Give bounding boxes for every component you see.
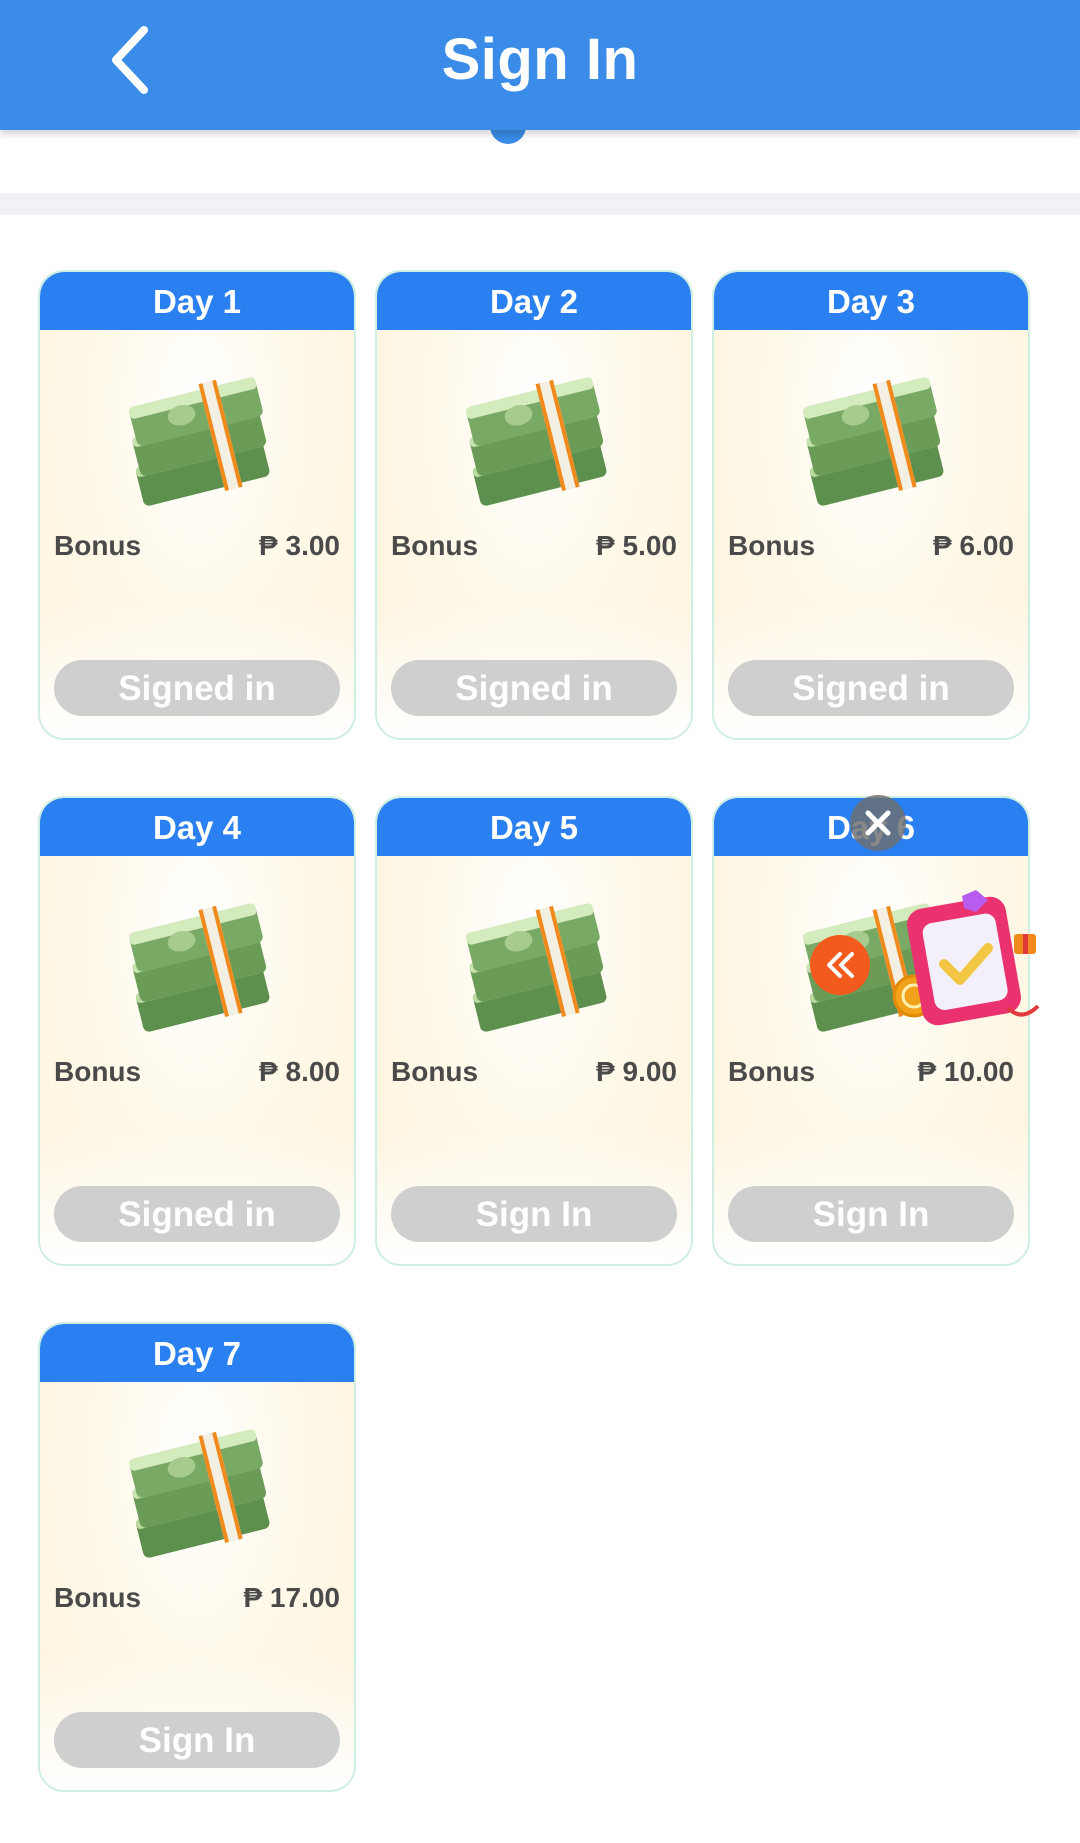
bonus-label: Bonus [728, 530, 816, 561]
sign-in-button[interactable]: Sign In [54, 1712, 340, 1768]
bonus-row: Bonus ₱ 5.00 [391, 530, 677, 562]
bonus-amount: ₱ 8.00 [259, 1056, 340, 1087]
bonus-row: Bonus ₱ 10.00 [728, 1056, 1014, 1088]
day-label: Day 3 [714, 272, 1028, 330]
day-card: Day 7 Bonus ₱ 17.00 Sign In [38, 1322, 356, 1792]
bonus-row: Bonus ₱ 3.00 [54, 530, 340, 562]
signed-in-button[interactable]: Signed in [391, 660, 677, 716]
bonus-amount: ₱ 3.00 [259, 530, 340, 561]
signed-in-button[interactable]: Signed in [728, 660, 1014, 716]
bonus-amount: ₱ 5.00 [596, 530, 677, 561]
double-chevron-left-icon [827, 952, 854, 978]
bonus-label: Bonus [54, 1582, 142, 1613]
bonus-amount: ₱ 17.00 [243, 1582, 340, 1613]
bonus-label: Bonus [54, 1056, 142, 1087]
bonus-amount: ₱ 10.00 [917, 1056, 1014, 1087]
day-card: Day 3 Bonus ₱ 6.00 Signed in [712, 270, 1030, 740]
expand-floating-widget-button[interactable] [810, 935, 870, 995]
bonus-amount: ₱ 6.00 [933, 530, 1014, 561]
day-label: Day 2 [377, 272, 691, 330]
bonus-row: Bonus ₱ 9.00 [391, 1056, 677, 1088]
bonus-label: Bonus [728, 1056, 816, 1087]
bonus-row: Bonus ₱ 8.00 [54, 1056, 340, 1088]
sign-in-button[interactable]: Sign In [728, 1186, 1014, 1242]
money-stack-icon [803, 377, 944, 506]
page-title: Sign In [441, 27, 639, 92]
bonus-amount: ₱ 9.00 [596, 1056, 677, 1087]
day-card: Day 5 Bonus ₱ 9.00 Sign In [375, 796, 693, 1266]
day-card: Day 1 Bonus ₱ 3.00 Signed in [38, 270, 356, 740]
bonus-label: Bonus [54, 530, 142, 561]
checkin-gift-icon[interactable] [892, 888, 1042, 1038]
top-app-bar: Sign In [0, 0, 1080, 130]
money-stack-icon [466, 903, 607, 1032]
day-grid: Day 1 Bonus ₱ 3.00 Signed in Day 2 Bonus… [38, 270, 1038, 1792]
day-card: Day 2 Bonus ₱ 5.00 Signed in [375, 270, 693, 740]
day-card: Day 4 Bonus ₱ 8.00 Signed in [38, 796, 356, 1266]
close-floating-widget-button[interactable] [850, 795, 906, 851]
section-divider [0, 193, 1080, 215]
day-label: Day 1 [40, 272, 354, 330]
bonus-label: Bonus [391, 1056, 479, 1087]
signed-in-button[interactable]: Signed in [54, 1186, 340, 1242]
money-stack-icon [129, 377, 270, 506]
bonus-row: Bonus ₱ 17.00 [54, 1582, 340, 1614]
bonus-label: Bonus [391, 530, 479, 561]
money-stack-icon [129, 1429, 270, 1558]
sign-in-button[interactable]: Sign In [391, 1186, 677, 1242]
close-icon [865, 810, 891, 836]
day-label: Day 7 [40, 1324, 354, 1382]
money-stack-icon [466, 377, 607, 506]
bonus-row: Bonus ₱ 6.00 [728, 530, 1014, 562]
day-label: Day 4 [40, 798, 354, 856]
signed-in-button[interactable]: Signed in [54, 660, 340, 716]
day-label: Day 5 [377, 798, 691, 856]
money-stack-icon [129, 903, 270, 1032]
